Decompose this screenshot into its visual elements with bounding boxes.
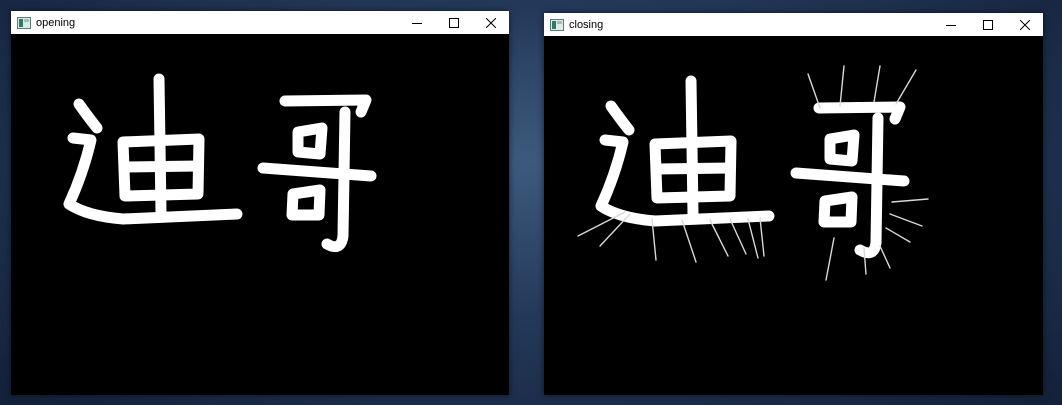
- maximize-button[interactable]: [969, 13, 1006, 36]
- minimize-icon: [411, 22, 422, 24]
- image-canvas: [11, 34, 509, 395]
- handwritten-characters-image: [577, 65, 929, 281]
- titlebar[interactable]: opening: [11, 11, 509, 34]
- window-title: opening: [36, 16, 76, 29]
- close-button[interactable]: [472, 11, 509, 34]
- handwritten-characters-image: [63, 73, 377, 253]
- titlebar[interactable]: closing: [544, 13, 1043, 36]
- maximize-icon: [448, 17, 459, 28]
- opening-window[interactable]: opening: [11, 11, 509, 395]
- close-button[interactable]: [1006, 13, 1043, 36]
- minimize-icon: [945, 24, 956, 26]
- close-icon: [1019, 19, 1030, 30]
- image-canvas: [544, 36, 1043, 395]
- window-title: closing: [569, 18, 604, 31]
- minimize-button[interactable]: [398, 11, 435, 34]
- close-icon: [485, 17, 496, 28]
- minimize-button[interactable]: [932, 13, 969, 36]
- app-window-icon: [17, 16, 31, 29]
- closing-window[interactable]: closing: [544, 13, 1043, 395]
- maximize-button[interactable]: [435, 11, 472, 34]
- app-window-icon: [550, 18, 564, 31]
- maximize-icon: [982, 19, 993, 30]
